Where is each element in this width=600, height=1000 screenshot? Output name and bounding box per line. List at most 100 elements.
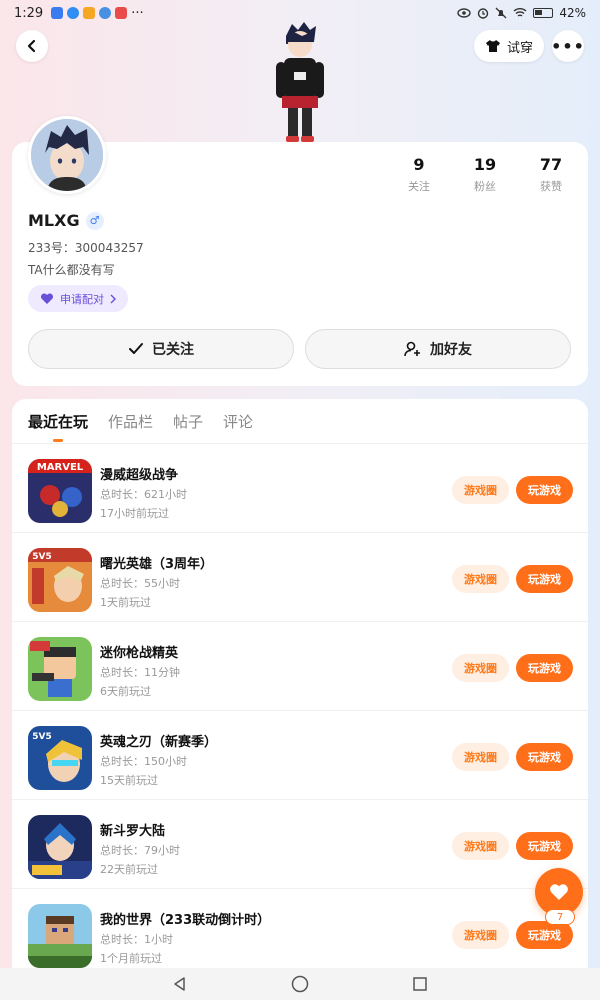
tab-recently-played[interactable]: 最近在玩 bbox=[28, 411, 88, 442]
game-last-played: 17小时前玩过 bbox=[100, 507, 169, 520]
status-right: 42% bbox=[457, 6, 586, 20]
back-button[interactable] bbox=[16, 30, 48, 62]
username-text: MLXG bbox=[28, 211, 80, 230]
svg-text:MARVEL: MARVEL bbox=[37, 462, 84, 473]
request-pairing-label: 申请配对 bbox=[60, 292, 104, 306]
alarm-icon bbox=[478, 8, 489, 19]
notification-app-icon bbox=[83, 7, 96, 19]
douluo-game-icon bbox=[28, 815, 92, 879]
chevron-right-icon bbox=[110, 294, 116, 303]
notification-app-icon bbox=[67, 7, 80, 19]
avatar[interactable] bbox=[28, 116, 106, 194]
tshirt-icon bbox=[485, 40, 500, 52]
soul-blade-game-icon: 5V5 bbox=[28, 726, 92, 790]
recent-games-card: 最近在玩 作品栏 帖子 评论 MARVEL 漫威超级战争 总时长：621小时 1… bbox=[12, 399, 588, 969]
character-illustration bbox=[276, 22, 324, 142]
game-circle-button[interactable]: 游戏圈 bbox=[452, 921, 509, 949]
nav-back-icon[interactable] bbox=[172, 976, 188, 992]
game-play-time: 总时长：621小时 bbox=[100, 488, 187, 501]
game-last-played: 15天前玩过 bbox=[100, 774, 158, 787]
add-friend-label: 加好友 bbox=[430, 342, 472, 358]
play-game-button[interactable]: 玩游戏 bbox=[516, 832, 573, 860]
stat-likes-label: 获赞 bbox=[540, 180, 562, 193]
play-game-button[interactable]: 玩游戏 bbox=[516, 921, 573, 949]
stat-likes-count: 77 bbox=[539, 155, 563, 174]
svg-text:5V5: 5V5 bbox=[32, 552, 52, 562]
more-options-button[interactable]: ••• bbox=[551, 30, 585, 62]
nav-recents-icon[interactable] bbox=[412, 976, 428, 992]
add-friend-button[interactable]: 加好友 bbox=[305, 329, 571, 369]
username: MLXG ♂ bbox=[28, 211, 104, 230]
stat-followers-count: 19 bbox=[473, 155, 497, 174]
user-bio: TA什么都没有写 bbox=[28, 263, 115, 277]
game-play-time: 总时长：55小时 bbox=[100, 577, 180, 590]
battery-percent: 42% bbox=[559, 6, 586, 20]
user-id[interactable]: 233号：300043257 bbox=[28, 239, 144, 256]
heart-icon bbox=[550, 884, 568, 900]
game-circle-button[interactable]: 游戏圈 bbox=[452, 476, 509, 504]
stat-following[interactable]: 9 关注 bbox=[386, 155, 452, 194]
avatar-character-figure[interactable] bbox=[268, 22, 332, 144]
game-row[interactable]: 迷你枪战精英 总时长：11分钟 6天前玩过 游戏圈 玩游戏 bbox=[12, 622, 588, 711]
dawn-heroes-game-icon: 5V5 bbox=[28, 548, 92, 612]
more-notifications-icon: ··· bbox=[131, 5, 144, 21]
minecraft-game-icon bbox=[28, 904, 92, 968]
game-name: 曙光英雄（3周年） bbox=[100, 557, 214, 572]
tab-posts[interactable]: 帖子 bbox=[173, 411, 203, 432]
battery-icon bbox=[533, 8, 554, 18]
wifi-icon bbox=[513, 8, 527, 17]
game-play-time: 总时长：11分钟 bbox=[100, 666, 180, 679]
status-time: 1:29 bbox=[14, 5, 44, 21]
tab-comments[interactable]: 评论 bbox=[223, 411, 253, 432]
game-name: 我的世界（233联动倒计时） bbox=[100, 913, 271, 928]
profile-tabs: 最近在玩 作品栏 帖子 评论 bbox=[28, 411, 253, 442]
more-dots-icon: ••• bbox=[551, 36, 585, 56]
double-heart-icon bbox=[40, 292, 54, 304]
play-game-button[interactable]: 玩游戏 bbox=[516, 476, 573, 504]
try-on-label: 试穿 bbox=[506, 40, 533, 56]
game-play-time: 总时长：150小时 bbox=[100, 755, 187, 768]
play-game-button[interactable]: 玩游戏 bbox=[516, 565, 573, 593]
try-on-button[interactable]: 试穿 bbox=[474, 30, 544, 62]
nav-home-icon[interactable] bbox=[291, 975, 309, 993]
svg-text:5V5: 5V5 bbox=[32, 732, 52, 742]
game-last-played: 22天前玩过 bbox=[100, 863, 158, 876]
play-game-button[interactable]: 玩游戏 bbox=[516, 743, 573, 771]
game-circle-button[interactable]: 游戏圈 bbox=[452, 743, 509, 771]
game-last-played: 6天前玩过 bbox=[100, 685, 151, 698]
game-row[interactable]: 5V5 曙光英雄（3周年） 总时长：55小时 1天前玩过 游戏圈 玩游戏 bbox=[12, 533, 588, 622]
notification-app-icon bbox=[51, 7, 64, 19]
game-row[interactable]: 5V5 英魂之刃（新赛季） 总时长：150小时 15天前玩过 游戏圈 玩游戏 bbox=[12, 711, 588, 800]
game-row[interactable]: MARVEL 漫威超级战争 总时长：621小时 17小时前玩过 游戏圈 玩游戏 bbox=[12, 444, 588, 533]
like-count-badge: 7 bbox=[545, 909, 575, 925]
request-pairing-button[interactable]: 申请配对 bbox=[28, 285, 128, 312]
system-nav-bar bbox=[0, 968, 600, 1000]
game-row[interactable]: 我的世界（233联动倒计时） 总时长：1小时 1个月前玩过 游戏圈 玩游戏 bbox=[12, 889, 588, 969]
followed-label: 已关注 bbox=[152, 342, 194, 358]
game-name: 迷你枪战精英 bbox=[100, 646, 179, 661]
game-name: 英魂之刃（新赛季） bbox=[100, 735, 218, 750]
game-name: 新斗罗大陆 bbox=[100, 824, 166, 839]
profile-stats: 9 关注 19 粉丝 77 获赞 bbox=[386, 155, 584, 194]
game-play-time: 总时长：1小时 bbox=[100, 933, 173, 946]
male-gender-icon: ♂ bbox=[85, 211, 104, 230]
tab-works[interactable]: 作品栏 bbox=[108, 411, 153, 432]
game-circle-button[interactable]: 游戏圈 bbox=[452, 832, 509, 860]
mute-icon bbox=[495, 7, 507, 19]
followed-button[interactable]: 已关注 bbox=[28, 329, 294, 369]
game-circle-button[interactable]: 游戏圈 bbox=[452, 565, 509, 593]
stat-likes[interactable]: 77 获赞 bbox=[518, 155, 584, 194]
game-last-played: 1个月前玩过 bbox=[100, 952, 162, 965]
stat-following-label: 关注 bbox=[408, 180, 430, 193]
eye-icon bbox=[457, 8, 472, 18]
chevron-left-icon bbox=[27, 39, 36, 53]
marvel-game-icon: MARVEL bbox=[28, 459, 92, 523]
play-game-button[interactable]: 玩游戏 bbox=[516, 654, 573, 682]
stat-followers[interactable]: 19 粉丝 bbox=[452, 155, 518, 194]
check-icon bbox=[129, 343, 143, 354]
mini-gunfight-game-icon bbox=[28, 637, 92, 701]
game-circle-button[interactable]: 游戏圈 bbox=[452, 654, 509, 682]
game-row[interactable]: 新斗罗大陆 总时长：79小时 22天前玩过 游戏圈 玩游戏 bbox=[12, 800, 588, 889]
notification-app-icon bbox=[115, 7, 128, 19]
status-left: 1:29 ··· bbox=[14, 6, 144, 21]
